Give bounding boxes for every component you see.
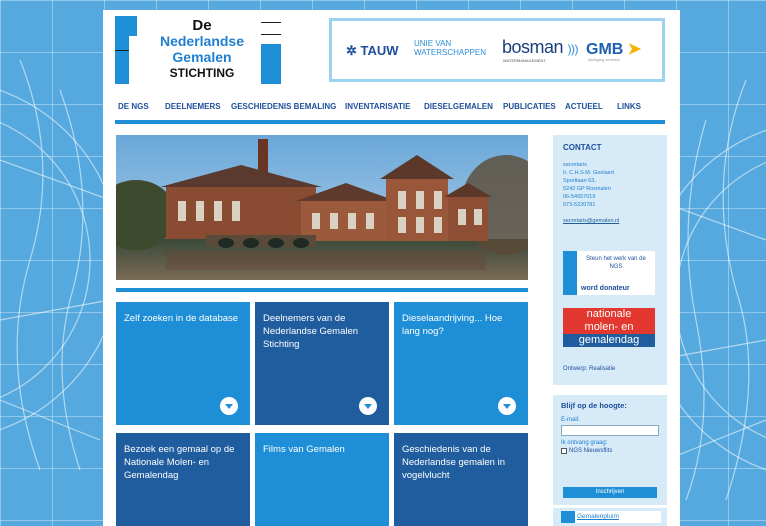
gemalenpluim-link[interactable]: Gemalenpluim: [577, 513, 619, 520]
nav-item-actueel[interactable]: ACTUEEL: [565, 102, 603, 111]
unie-line1: UNIE VAN: [414, 39, 452, 48]
tile-bezoek-gemaal[interactable]: Bezoek een gemaal op de Nationale Molen-…: [116, 433, 250, 526]
sponsor-banner: ✲ TAUW UNIE VAN WATERSCHAPPEN bosman )))…: [329, 18, 665, 82]
contact-phone2: 073-5220781: [563, 202, 596, 208]
nav-item-geschiedenis-bemaling[interactable]: GESCHIEDENIS BEMALING: [231, 102, 336, 111]
page-container: De Nederlandse Gemalen STICHTING ✲ TAUW …: [103, 10, 680, 526]
logo-right-bar: [261, 44, 281, 84]
logo-text-nederlandse: Nederlandse: [159, 33, 245, 49]
contact-role: secretaris: [563, 162, 587, 168]
tile-text: Deelnemers van de Nederlandse Gemalen St…: [263, 313, 359, 350]
contact-name: Ir. C.H.S.M. Geelaert: [563, 170, 615, 176]
tile-dieselaandrijving[interactable]: Dieselaandrijving... Hoe lang nog?: [394, 302, 528, 425]
unie-line2: WATERSCHAPPEN: [414, 48, 487, 57]
donate-banner[interactable]: Steun het werk van de NGS word donateur: [563, 251, 655, 295]
contact-phone1: 06-54657019: [563, 194, 596, 200]
logo-text-de: De: [192, 17, 212, 34]
hero-divider: [116, 288, 528, 292]
promo-box: Steun het werk van de NGS word donateur …: [553, 245, 667, 385]
donate-cta: word donateur: [581, 285, 630, 292]
nav-divider: [115, 120, 665, 124]
bosman-subtitle: WATERMANAGEMENT: [503, 58, 546, 63]
tile-text: Dieselaandrijving... Hoe lang nog?: [402, 313, 503, 337]
molen-line1: nationale: [563, 308, 655, 321]
sponsor-bosman[interactable]: bosman ))): [502, 37, 579, 58]
site-logo[interactable]: De Nederlandse Gemalen STICHTING: [115, 16, 285, 84]
donate-text: Steun het werk van de NGS: [586, 256, 646, 270]
tile-films[interactable]: Films van Gemalen: [255, 433, 389, 526]
bosman-wave-icon: ))): [567, 42, 579, 56]
logo-right-line-mid: [261, 34, 281, 35]
molen-gemalendag-banner[interactable]: nationale molen- en gemalendag: [563, 308, 655, 347]
tile-text: Films van Gemalen: [263, 444, 345, 455]
chevron-down-icon[interactable]: [220, 397, 238, 415]
gmb-arrow-icon: ➤: [627, 41, 642, 58]
tile-geschiedenis[interactable]: Geschiedenis van de Nederlandse gemalen …: [394, 433, 528, 526]
design-credit[interactable]: Ontwerp: Realisatie: [563, 366, 615, 372]
logo-text-stichting: STICHTING: [169, 66, 235, 80]
contact-email-link[interactable]: secretaris@gemalen.nl: [563, 218, 619, 224]
nav-item-deelnemers[interactable]: DEELNEMERS: [165, 102, 221, 111]
email-label: E-mail:: [561, 417, 580, 423]
tauw-icon: ✲: [346, 43, 357, 58]
gmb-subtitle: uitdaging centraal: [588, 57, 620, 62]
checkbox[interactable]: [561, 448, 567, 454]
molen-line3: gemalendag: [563, 334, 655, 347]
nav-item-de-ngs[interactable]: DE NGS: [118, 102, 149, 111]
nav-item-publicaties[interactable]: PUBLICATIES: [503, 102, 556, 111]
tile-text: Geschiedenis van de Nederlandse gemalen …: [402, 444, 505, 481]
main-nav: DE NGS DEELNEMERS GESCHIEDENIS BEMALING …: [118, 102, 665, 116]
sponsor-unie-van-waterschappen[interactable]: UNIE VAN WATERSCHAPPEN: [414, 39, 486, 57]
newsletter-option[interactable]: NGS Nieuwsflits: [561, 448, 659, 454]
sponsor-tauw-label: TAUW: [360, 43, 399, 58]
newsletter-option-label: NGS Nieuwsflits: [569, 448, 613, 454]
newsletter-box: Blijf op de hoogte: E-mail: Ik ontvang g…: [553, 395, 667, 505]
contact-title: CONTACT: [563, 143, 602, 152]
tile-text: Bezoek een gemaal op de Nationale Molen-…: [124, 444, 235, 481]
receive-label: Ik ontvang graag:: [561, 440, 608, 446]
chevron-down-icon[interactable]: [498, 397, 516, 415]
logo-left-accent: [129, 16, 137, 36]
logo-text-gemalen: Gemalen: [172, 49, 232, 65]
chevron-down-icon[interactable]: [359, 397, 377, 415]
email-field[interactable]: [561, 425, 659, 436]
contact-street: Sportlaan 63,: [563, 178, 596, 184]
nav-item-links[interactable]: LINKS: [617, 102, 641, 111]
nav-item-inventarisatie[interactable]: INVENTARISATIE: [345, 102, 410, 111]
sponsor-tauw[interactable]: ✲ TAUW: [346, 43, 399, 59]
sponsor-gmb[interactable]: GMB ➤: [586, 39, 641, 59]
hero-image-pumping-station: [116, 135, 528, 280]
sponsor-bosman-label: bosman: [502, 37, 564, 57]
gemalenpluim-box: Gemalenpluim: [553, 508, 667, 526]
logo-left-line: [115, 50, 129, 51]
sponsor-gmb-label: GMB: [586, 41, 624, 58]
logo-right-line-top: [261, 22, 281, 23]
molen-line2: molen- en: [563, 321, 655, 334]
contact-city: 5242 GP Rosmalen: [563, 186, 611, 192]
tile-zelf-zoeken[interactable]: Zelf zoeken in de database: [116, 302, 250, 425]
nav-item-dieselgemalen[interactable]: DIESELGEMALEN: [424, 102, 493, 111]
subscribe-button[interactable]: Inschrijven: [563, 487, 657, 498]
tile-deelnemers[interactable]: Deelnemers van de Nederlandse Gemalen St…: [255, 302, 389, 425]
tile-text: Zelf zoeken in de database: [124, 313, 239, 324]
newsletter-title: Blijf op de hoogte:: [561, 401, 627, 410]
